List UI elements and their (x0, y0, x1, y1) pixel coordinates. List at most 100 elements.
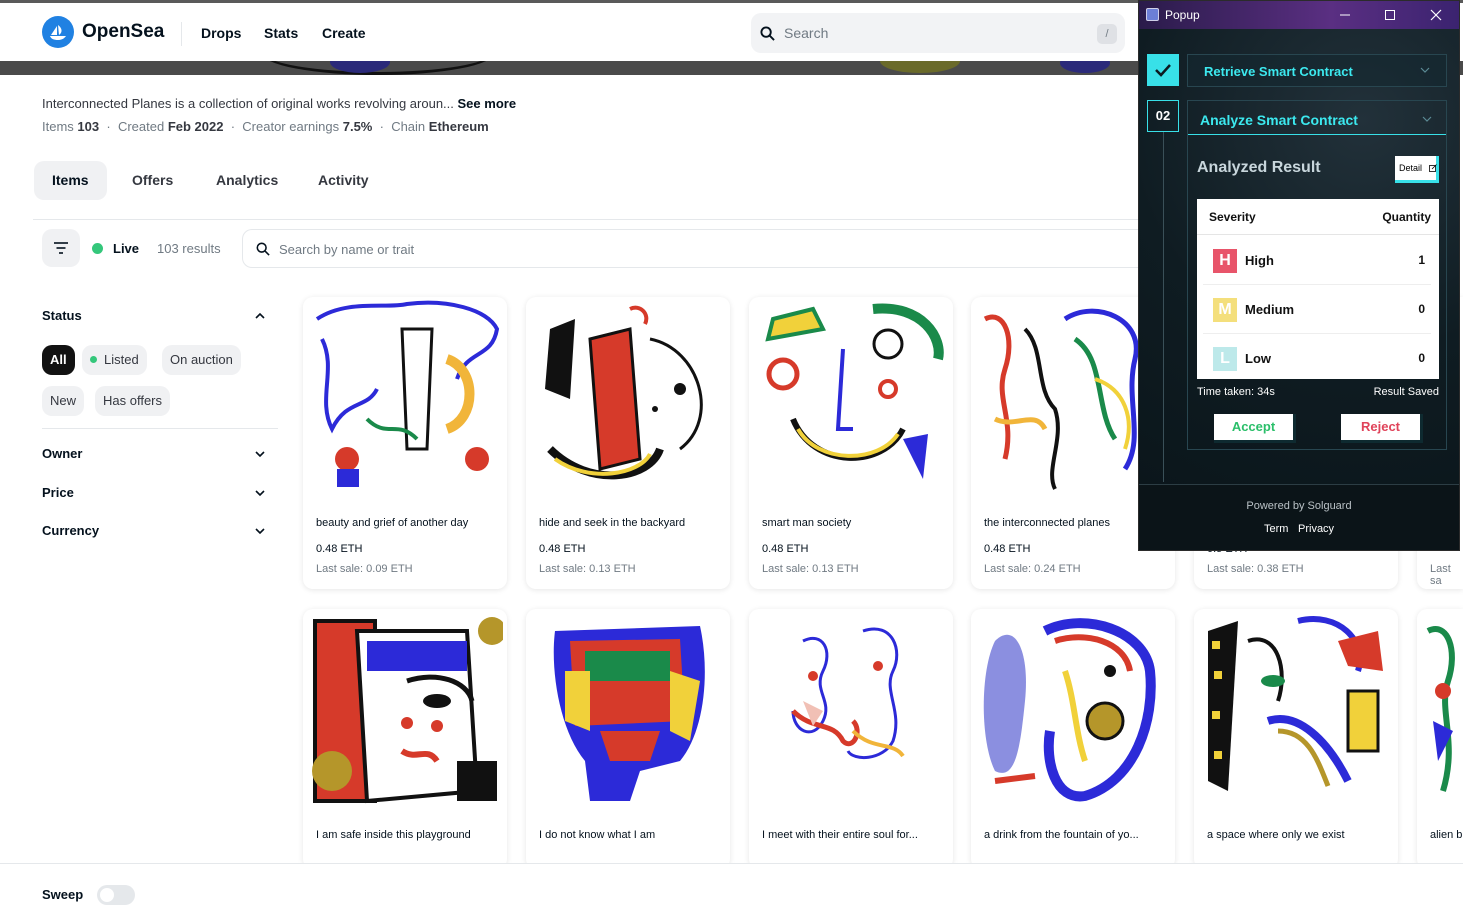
chevron-down-icon[interactable] (254, 487, 266, 499)
detail-button[interactable]: Detail (1395, 156, 1439, 183)
nft-card[interactable]: alien b (1417, 609, 1463, 869)
close-button[interactable] (1426, 5, 1446, 25)
minimize-button[interactable] (1335, 5, 1355, 25)
nft-artwork-image[interactable] (307, 299, 503, 499)
nft-card[interactable]: I am safe inside this playground (303, 609, 507, 869)
chevron-down-icon[interactable] (254, 525, 266, 537)
analyzed-result-title: Analyzed Result (1197, 159, 1321, 176)
see-more-link[interactable]: See more (458, 96, 517, 111)
nft-artwork-image[interactable] (753, 299, 949, 499)
sweep-footer: Sweep (0, 863, 1463, 917)
card-title: a drink from the fountain of yo... (984, 829, 1139, 841)
popup-title: Popup (1165, 8, 1200, 22)
app-icon (1146, 8, 1159, 21)
status-heading[interactable]: Status (42, 308, 82, 323)
nft-card[interactable]: smart man society 0.48 ETH Last sale: 0.… (749, 297, 953, 589)
nav-create[interactable]: Create (322, 25, 366, 41)
time-taken-text: Time taken: 34s (1197, 386, 1275, 398)
search-icon (760, 26, 775, 41)
tab-activity[interactable]: Activity (300, 161, 387, 200)
filter-toggle-button[interactable] (42, 229, 80, 267)
nft-artwork-image[interactable] (975, 611, 1171, 811)
step-connector-line (1163, 132, 1164, 482)
step-retrieve-label: Retrieve Smart Contract (1204, 64, 1353, 79)
nft-artwork-image[interactable] (753, 611, 949, 811)
popup-footer: Powered by Solguard Term Privacy (1139, 484, 1459, 550)
nft-artwork-image[interactable] (1423, 621, 1463, 801)
step-analyze-label: Analyze Smart Contract (1200, 112, 1358, 128)
currency-filter[interactable]: Currency (42, 523, 99, 538)
card-title: I am safe inside this playground (316, 829, 471, 841)
nft-card[interactable]: I do not know what I am (526, 609, 730, 869)
price-filter[interactable]: Price (42, 485, 74, 500)
collection-stats: Items 103 · Created Feb 2022 · Creator e… (42, 119, 489, 134)
minimize-icon (1340, 14, 1350, 16)
card-title: alien b (1430, 829, 1463, 841)
term-link[interactable]: Term (1264, 523, 1288, 535)
search-shortcut-badge: / (1097, 24, 1117, 44)
step-number-badge: 02 (1147, 100, 1179, 132)
status-pill-new[interactable]: New (42, 386, 85, 416)
trait-search-input[interactable]: Search by name or trait (242, 229, 1147, 268)
card-price: 0.48 ETH (762, 543, 809, 555)
severity-quantity: 1 (1418, 253, 1425, 267)
card-title: I do not know what I am (539, 829, 656, 841)
listed-dot (90, 356, 97, 363)
step-analyze-header[interactable]: Analyze Smart Contract (1188, 101, 1446, 135)
nft-card[interactable]: hide and seek in the backyard 0.48 ETH L… (526, 297, 730, 589)
card-last-sale: Last sale: 0.24 ETH (984, 563, 1081, 575)
sweep-toggle[interactable] (97, 885, 135, 905)
sidebar-divider (42, 428, 278, 429)
global-search-input[interactable]: Search / (751, 13, 1125, 53)
card-last-sale: Last sa (1430, 563, 1451, 587)
chevron-down-icon (1422, 116, 1432, 122)
privacy-link[interactable]: Privacy (1298, 523, 1334, 535)
nav-divider (181, 22, 182, 46)
card-title: hide and seek in the backyard (539, 517, 686, 529)
nft-artwork-image[interactable] (1198, 611, 1394, 811)
severity-row-low: L Low 0 (1203, 335, 1431, 383)
card-price: 0.48 ETH (316, 543, 363, 555)
status-pill-all[interactable]: All (42, 345, 75, 375)
nft-artwork-image[interactable] (530, 299, 726, 499)
nft-card[interactable]: a space where only we exist (1194, 609, 1398, 869)
tab-offers[interactable]: Offers (114, 161, 191, 200)
brand-name[interactable]: OpenSea (82, 21, 164, 43)
nft-artwork-image[interactable] (530, 611, 726, 811)
close-icon (1430, 9, 1442, 21)
reject-button[interactable]: Reject (1341, 414, 1423, 443)
nav-stats[interactable]: Stats (264, 25, 298, 41)
collection-description: Interconnected Planes is a collection of… (42, 96, 517, 111)
accept-button[interactable]: Accept (1214, 414, 1296, 443)
nft-card[interactable]: a drink from the fountain of yo... (971, 609, 1175, 869)
severity-header: Severity (1209, 210, 1256, 224)
solguard-popup-window: Popup Retrieve Smart Contract 02 Analyze… (1138, 0, 1460, 551)
tab-items[interactable]: Items (34, 161, 107, 200)
maximize-button[interactable] (1380, 5, 1400, 25)
severity-badge: H (1213, 249, 1237, 273)
result-saved-text: Result Saved (1373, 386, 1439, 398)
nft-artwork-image[interactable] (307, 611, 503, 811)
status-pill-listed[interactable]: Listed (82, 345, 147, 375)
severity-table: Severity Quantity H High 1 M Medium 0 L … (1197, 199, 1439, 379)
owner-filter[interactable]: Owner (42, 446, 82, 461)
maximize-icon (1385, 10, 1395, 20)
status-pill-has-offers[interactable]: Has offers (95, 386, 171, 416)
popup-titlebar[interactable]: Popup (1139, 1, 1459, 29)
severity-table-header: Severity Quantity (1197, 199, 1439, 235)
opensea-logo-icon[interactable] (42, 16, 74, 48)
toggle-knob (100, 888, 114, 902)
nav-drops[interactable]: Drops (201, 25, 241, 41)
filter-icon (54, 242, 68, 254)
severity-quantity: 0 (1418, 302, 1425, 316)
search-icon (256, 242, 270, 256)
step-retrieve-contract[interactable]: Retrieve Smart Contract (1187, 54, 1447, 87)
nft-card[interactable]: I meet with their entire soul for... (749, 609, 953, 869)
chevron-down-icon[interactable] (254, 448, 266, 460)
card-title: smart man society (762, 517, 852, 529)
severity-name: Low (1245, 351, 1271, 366)
status-pill-on-auction[interactable]: On auction (162, 345, 241, 375)
chevron-up-icon[interactable] (254, 310, 266, 322)
nft-card[interactable]: beauty and grief of another day 0.48 ETH… (303, 297, 507, 589)
tab-analytics[interactable]: Analytics (198, 161, 296, 200)
